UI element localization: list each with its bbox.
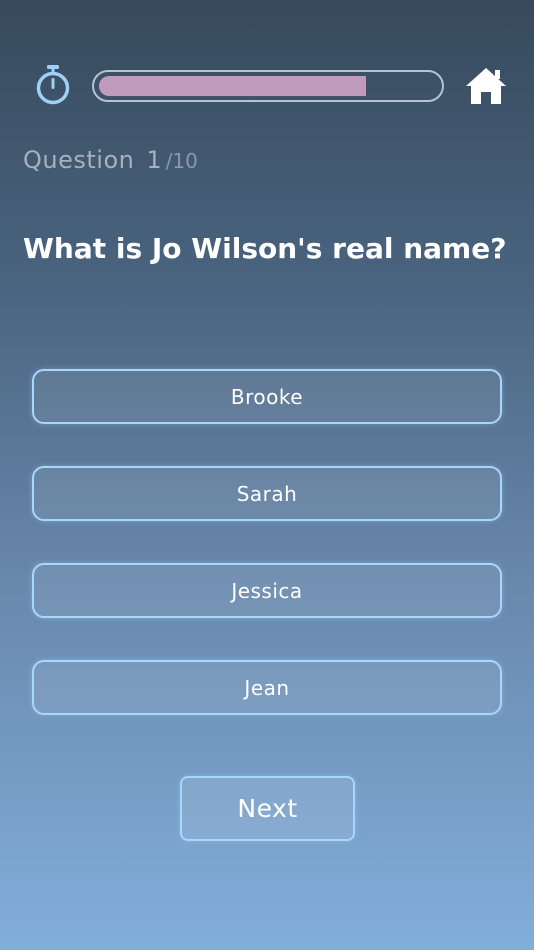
answer-option-3[interactable]: Jessica: [32, 563, 502, 618]
question-counter: Question 1 / 10: [23, 146, 198, 182]
top-bar: [0, 0, 534, 120]
answer-option-1[interactable]: Brooke: [32, 369, 502, 424]
question-counter-current: 1: [146, 146, 162, 174]
question-counter-separator: /: [165, 149, 173, 173]
question-text: What is Jo Wilson's real name?: [23, 232, 507, 265]
stopwatch-icon: [33, 64, 73, 106]
progress-bar: [92, 70, 444, 102]
progress-fill: [99, 76, 366, 96]
question-counter-label: Question: [23, 146, 135, 174]
answer-option-2[interactable]: Sarah: [32, 466, 502, 521]
next-button[interactable]: Next: [180, 776, 355, 841]
home-icon[interactable]: [464, 64, 508, 108]
answer-option-4[interactable]: Jean: [32, 660, 502, 715]
question-counter-total: 10: [172, 149, 198, 173]
